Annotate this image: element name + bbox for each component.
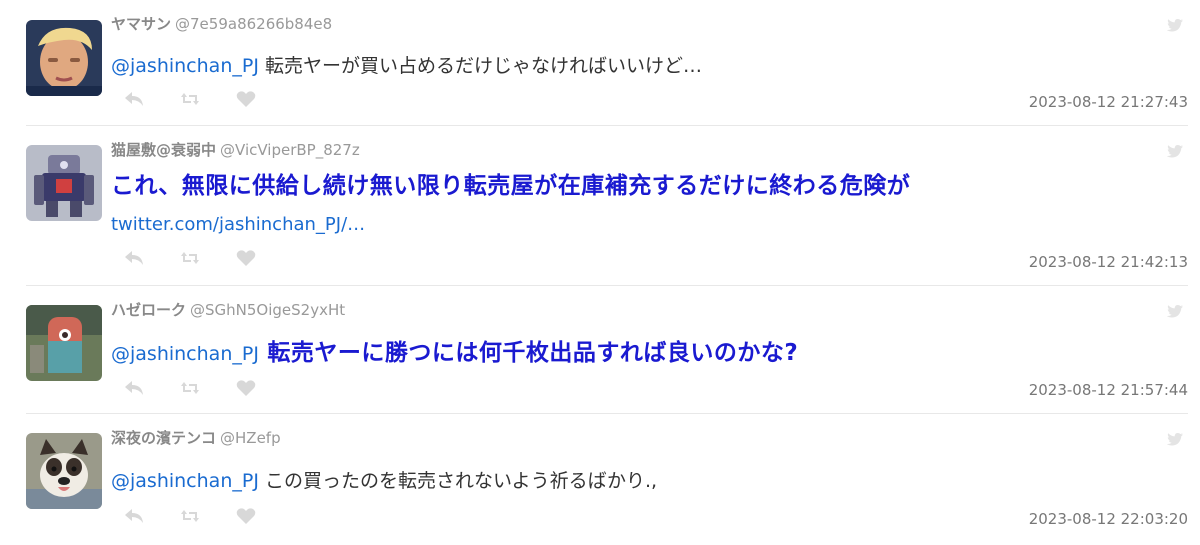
avatar[interactable]	[26, 145, 102, 221]
retweet-button[interactable]	[180, 506, 236, 526]
user-handle[interactable]: @7e59a86266b84e8	[175, 15, 332, 33]
tweet-body: 転売ヤーが買い占めるだけじゃなければいいけど…	[258, 55, 702, 77]
mention-link[interactable]: @jashinchan_PJ	[111, 55, 259, 77]
like-button[interactable]	[236, 248, 292, 268]
tweet-item: 猫屋敷@衰弱中 @VicViperBP_827z これ、無限に供給し続け無い限り転…	[0, 126, 1200, 286]
twitter-bird-icon[interactable]	[1166, 304, 1184, 320]
tweet-item: 深夜の濱テンコ @HZefp @jashinchan_PJ この買ったのを転売され…	[0, 414, 1200, 545]
tweet-header: 深夜の濱テンコ @HZefp	[111, 428, 281, 448]
mention-link[interactable]: @jashinchan_PJ	[111, 343, 259, 365]
tweet-feed: ヤマサン @7e59a86266b84e8 @jashinchan_PJ 転売ヤー…	[0, 0, 1200, 545]
tweet-item: ハゼローク @SGhN5OigeS2yxHt @jashinchan_PJ 転売ヤ…	[0, 286, 1200, 414]
avatar[interactable]	[26, 433, 102, 509]
user-name[interactable]: ハゼローク	[111, 301, 186, 319]
avatar[interactable]	[26, 305, 102, 381]
tweet-actions	[124, 248, 292, 268]
tweet-item: ヤマサン @7e59a86266b84e8 @jashinchan_PJ 転売ヤー…	[0, 0, 1200, 126]
tweet-text: @jashinchan_PJ この買ったのを転売されないよう祈るばかり.,	[111, 467, 657, 495]
tweet-text: @jashinchan_PJ 転売ヤーが買い占めるだけじゃなければいいけど…	[111, 52, 702, 80]
reply-icon	[125, 251, 143, 265]
tweet-text: @jashinchan_PJ 転売ヤーに勝つには何千枚出品すれば良いのかな?	[111, 339, 798, 368]
reply-icon	[125, 92, 143, 106]
tweet-header: ヤマサン @7e59a86266b84e8	[111, 14, 332, 34]
retweet-icon	[181, 382, 199, 394]
timestamp[interactable]: 2023-08-12 22:03:20	[1029, 510, 1188, 528]
heart-icon	[236, 250, 256, 266]
mention-link[interactable]: @jashinchan_PJ	[111, 470, 259, 492]
retweet-icon	[181, 510, 199, 522]
like-button[interactable]	[236, 378, 292, 398]
twitter-bird-icon[interactable]	[1166, 432, 1184, 448]
tweet-actions	[124, 89, 292, 109]
tweet-body: この買ったのを転売されないよう祈るばかり.,	[258, 470, 658, 492]
user-name[interactable]: 深夜の濱テンコ	[111, 429, 216, 447]
timestamp[interactable]: 2023-08-12 21:57:44	[1029, 381, 1188, 399]
retweet-button[interactable]	[180, 89, 236, 109]
quoted-tweet-link[interactable]: twitter.com/jashinchan_PJ/…	[111, 214, 365, 235]
retweet-button[interactable]	[180, 378, 236, 398]
reply-icon	[125, 381, 143, 395]
reply-button[interactable]	[124, 506, 180, 526]
twitter-bird-icon[interactable]	[1166, 18, 1184, 34]
reply-button[interactable]	[124, 89, 180, 109]
like-button[interactable]	[236, 506, 292, 526]
timestamp[interactable]: 2023-08-12 21:27:43	[1029, 93, 1188, 111]
tweet-body: これ、無限に供給し続け無い限り転売屋が在庫補充するだけに終わる危険が	[111, 173, 911, 199]
like-button[interactable]	[236, 89, 292, 109]
retweet-icon	[181, 252, 199, 264]
retweet-button[interactable]	[180, 248, 236, 268]
user-name[interactable]: ヤマサン	[111, 15, 171, 33]
tweet-body: 転売ヤーに勝つには何千枚出品すれば良いのかな?	[258, 340, 799, 366]
timestamp[interactable]: 2023-08-12 21:42:13	[1029, 253, 1188, 271]
heart-icon	[236, 380, 256, 396]
reply-button[interactable]	[124, 378, 180, 398]
retweet-icon	[181, 93, 199, 105]
avatar[interactable]	[26, 20, 102, 96]
tweet-actions	[124, 378, 292, 398]
tweet-actions	[124, 506, 292, 526]
tweet-text: これ、無限に供給し続け無い限り転売屋が在庫補充するだけに終わる危険が	[111, 172, 910, 201]
user-handle[interactable]: @HZefp	[220, 429, 281, 447]
user-name[interactable]: 猫屋敷@衰弱中	[111, 141, 216, 159]
heart-icon	[236, 508, 256, 524]
reply-button[interactable]	[124, 248, 180, 268]
tweet-header: 猫屋敷@衰弱中 @VicViperBP_827z	[111, 140, 360, 160]
tweet-header: ハゼローク @SGhN5OigeS2yxHt	[111, 300, 345, 320]
heart-icon	[236, 91, 256, 107]
twitter-bird-icon[interactable]	[1166, 144, 1184, 160]
user-handle[interactable]: @SGhN5OigeS2yxHt	[190, 301, 345, 319]
reply-icon	[125, 509, 143, 523]
user-handle[interactable]: @VicViperBP_827z	[220, 141, 360, 159]
